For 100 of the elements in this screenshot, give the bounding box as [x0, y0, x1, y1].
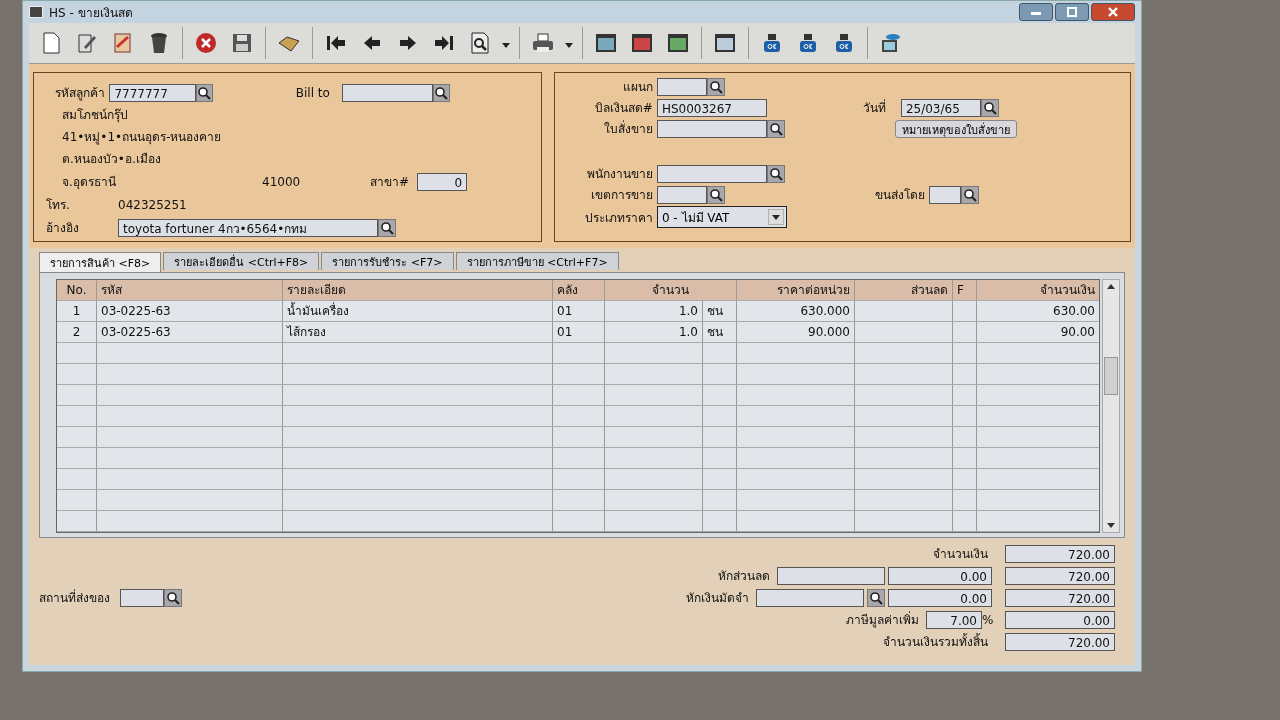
scroll-up-icon — [1107, 283, 1115, 289]
field-label: รหัสลูกค้า — [54, 85, 107, 102]
table-cell-text: 630.00 — [1052, 303, 1096, 320]
amount-field[interactable]: 720.00 — [1005, 566, 1115, 585]
table-cell-text: 90.00 — [1059, 324, 1096, 341]
window-title: HS - ขายเงินสด — [49, 4, 133, 22]
search-button[interactable] — [766, 119, 785, 138]
column-header: รหัส — [97, 280, 283, 300]
column-header: No. — [57, 280, 97, 300]
shipping-field[interactable] — [928, 185, 961, 204]
salesperson-field[interactable] — [656, 164, 767, 183]
table-cell: น้ำมันเครื่อง — [283, 301, 553, 321]
vat-rate-field[interactable]: 7.00 — [926, 610, 982, 629]
minimize-button[interactable] — [1019, 3, 1053, 21]
province-text: จ.อุดรธานี — [61, 173, 117, 191]
field-label: ภาษีมูลค่าเพิ่ม — [846, 610, 920, 629]
bill-number-field[interactable]: HS0003267 — [656, 98, 767, 117]
field-label: พนักงานขาย — [585, 166, 654, 183]
postcode-text: 41000 — [262, 173, 302, 191]
customer-code-field[interactable]: 7777777 — [109, 83, 197, 102]
dropdown-arrow-icon — [767, 209, 784, 225]
search-button[interactable] — [867, 588, 885, 607]
column-header: ราคาต่อหน่วย — [737, 280, 855, 300]
discount-text-field[interactable] — [777, 566, 885, 585]
search-button[interactable] — [980, 98, 999, 117]
maximize-button[interactable] — [1055, 3, 1089, 21]
sales-area-field[interactable] — [656, 185, 707, 204]
customer-name: สมโภชน์กรุ๊ป — [61, 107, 129, 124]
maximize-icon — [1065, 7, 1079, 17]
bill-to-field[interactable] — [341, 83, 434, 102]
field-label: แผนก — [621, 79, 654, 96]
close-icon — [1106, 7, 1120, 17]
tab[interactable]: รายละเอียดอื่น <Ctrl+F8> — [163, 252, 320, 270]
table-cell: ชน — [703, 301, 737, 321]
total-field[interactable]: 720.00 — [1005, 632, 1115, 651]
address-line: ต.หนองบัว•อ.เมือง — [61, 151, 162, 168]
field-label: อ้างอิง — [45, 220, 80, 237]
order-note-button[interactable]: หมายเหตุของใบสั่งขาย — [894, 119, 1017, 138]
search-button[interactable] — [706, 185, 725, 204]
field-label: สาขา# — [370, 174, 411, 191]
phone-text: 042325251 — [118, 196, 187, 214]
branch-field[interactable]: 0 — [417, 172, 468, 191]
field-label: จำนวนเงินรวมทั้งสิ้น — [883, 632, 989, 651]
scroll-down-icon — [1107, 523, 1115, 529]
search-button[interactable] — [196, 83, 213, 102]
deposit-field[interactable]: 0.00 — [888, 588, 992, 607]
percent-sign: % — [982, 612, 992, 627]
date-field[interactable]: 25/03/65 — [900, 98, 981, 117]
deposit-text-field[interactable] — [756, 588, 864, 607]
vertical-scrollbar[interactable] — [1102, 279, 1120, 533]
app-icon — [29, 6, 43, 18]
table-cell: 1.0 — [605, 322, 703, 342]
table-cell: 90.000 — [737, 322, 855, 342]
table-cell: 1.0 — [605, 301, 703, 321]
close-button[interactable] — [1091, 3, 1135, 21]
column-header: F — [953, 280, 977, 300]
price-type-dropdown[interactable]: 0 - ไม่มี VAT — [656, 206, 787, 228]
discount-field[interactable]: 0.00 — [888, 566, 992, 585]
search-button[interactable] — [164, 588, 182, 607]
field-label: ประเภทราคา — [583, 209, 654, 227]
field-label: Bill to — [295, 85, 331, 100]
field-label: หักเงินมัดจำ — [686, 590, 750, 607]
field-label: สถานที่ส่งของ — [39, 588, 111, 607]
column-header: รายละเอียด — [283, 280, 553, 300]
table-cell: 03-0225-63 — [97, 322, 283, 342]
column-header: จำนวนเงิน — [1039, 282, 1096, 299]
field-label: โทร. — [45, 197, 71, 214]
field-label: จำนวนเงิน — [933, 546, 989, 563]
tab[interactable]: รายการรับชำระ <F7> — [321, 252, 454, 270]
column-header: ส่วนลด — [855, 280, 953, 300]
reference-field[interactable]: toyota fortuner 4กว•6564•กทม — [118, 218, 378, 237]
field-label: เขตการขาย — [589, 187, 654, 204]
tab[interactable]: รายการภาษีขาย <Ctrl+F7> — [455, 252, 619, 270]
field-label: ใบสั่งขาย — [602, 119, 654, 138]
search-button[interactable] — [766, 164, 785, 183]
table-cell: 1 — [57, 301, 97, 321]
table-cell: 03-0225-63 — [97, 301, 283, 321]
search-button[interactable] — [433, 83, 450, 102]
sales-order-field[interactable] — [656, 119, 767, 138]
search-button[interactable] — [960, 185, 979, 204]
tab[interactable]: รายการสินค้า <F8> — [39, 252, 162, 272]
column-header: คลัง — [553, 280, 605, 300]
table-cell: 01 — [553, 322, 605, 342]
amount-field[interactable]: 720.00 — [1005, 544, 1115, 563]
table-cell: 630.000 — [737, 301, 855, 321]
vat-field[interactable]: 0.00 — [1005, 610, 1115, 629]
delivery-place-field[interactable] — [120, 588, 164, 607]
address-line: 41•หมู่•1•ถนนอุดร-หนองคาย — [61, 129, 223, 146]
field-label: ขนส่งโดย — [874, 187, 926, 204]
table-cell: ไส้กรอง — [283, 322, 553, 342]
amount-field[interactable]: 720.00 — [1005, 588, 1115, 607]
field-label: บิลเงินสด# — [593, 100, 654, 117]
table-cell: 01 — [553, 301, 605, 321]
search-button[interactable] — [378, 218, 396, 237]
search-button[interactable] — [706, 77, 725, 96]
field-label: หักส่วนลด — [718, 568, 771, 585]
column-header: จำนวน — [605, 280, 737, 300]
scrollbar-thumb[interactable] — [1104, 357, 1118, 395]
department-field[interactable] — [656, 77, 707, 96]
table-cell: ชน — [703, 322, 737, 342]
